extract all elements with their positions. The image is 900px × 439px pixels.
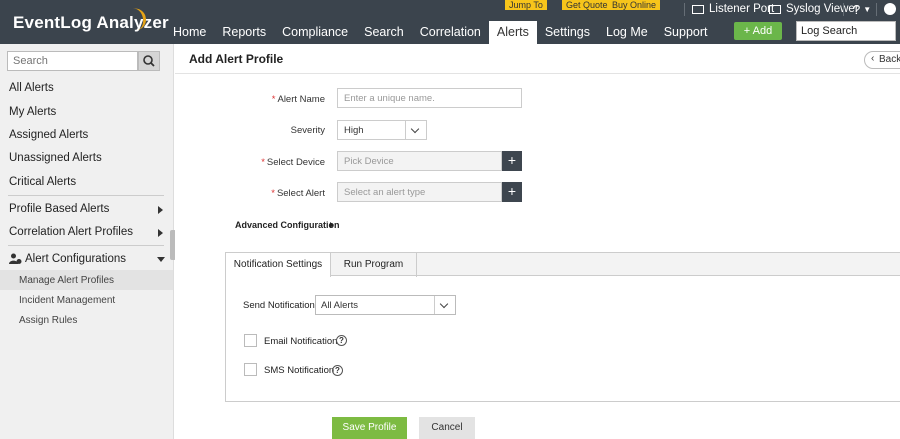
sidebar-item-assigned-alerts[interactable]: Assigned Alerts (9, 129, 88, 141)
nav-compliance[interactable]: Compliance (274, 21, 356, 44)
sidebar-item-incident-management[interactable]: Incident Management (19, 295, 115, 306)
page-title: Add Alert Profile (189, 52, 284, 66)
chevron-left-icon: ‹ (871, 53, 875, 64)
listener-port-icon (692, 4, 704, 14)
sidebar-divider (8, 195, 164, 196)
notification-panel: Notification Settings Run Program Send N… (225, 252, 900, 402)
syslog-viewer-label: Syslog Viewer (786, 3, 859, 15)
chevron-right-icon (158, 206, 163, 214)
buy-online-button[interactable]: Buy Online (608, 0, 661, 10)
tab-notification-settings[interactable]: Notification Settings (226, 253, 331, 277)
header-divider (684, 3, 685, 16)
nav-alerts[interactable]: Alerts (488, 21, 537, 44)
severity-label: Severity (290, 125, 325, 136)
add-alert-type-button[interactable]: + (502, 182, 522, 202)
select-alert-input[interactable]: Select an alert type (337, 182, 502, 202)
severity-select[interactable]: High (337, 120, 427, 140)
help-icon[interactable]: ? (332, 365, 343, 376)
chevron-down-icon (434, 296, 455, 314)
sms-notification-checkbox[interactable] (244, 363, 257, 376)
required-marker: * (271, 94, 276, 105)
nav-log-me[interactable]: Log Me (598, 21, 656, 44)
jump-to-button[interactable]: Jump To (505, 0, 547, 10)
required-marker: * (261, 157, 265, 168)
sms-notification-label: SMS Notification (264, 365, 335, 376)
title-divider (175, 73, 900, 74)
header-divider (876, 3, 877, 16)
select-device-label-text: Select Device (266, 157, 325, 168)
save-profile-button[interactable]: Save Profile (332, 417, 407, 439)
header-divider (843, 3, 844, 16)
alert-config-icon (9, 253, 22, 264)
help-label: ? (853, 2, 861, 17)
sidebar-item-all-alerts[interactable]: All Alerts (9, 82, 54, 94)
advanced-configuration-toggle[interactable]: Advanced Configuration (235, 220, 340, 230)
add-button[interactable]: + Add (734, 22, 782, 40)
user-avatar-icon[interactable] (884, 3, 896, 15)
main-content: Add Alert Profile ‹ Back * Alert Name Ent… (175, 44, 900, 439)
select-alert-label: * Select Alert (175, 188, 325, 199)
alert-configurations-label: Alert Configurations (25, 253, 126, 265)
back-button[interactable]: ‹ Back (864, 51, 900, 69)
nav-support[interactable]: Support (656, 21, 716, 44)
email-notification-label: Email Notification (264, 336, 338, 347)
severity-value: High (344, 125, 364, 136)
log-search-input[interactable] (796, 21, 896, 41)
alert-name-label: * Alert Name (175, 94, 325, 105)
chevron-right-icon (158, 229, 163, 237)
listener-port-link[interactable]: Listener Port (692, 3, 774, 15)
alert-name-input[interactable]: Enter a unique name. (337, 88, 522, 108)
sidebar-item-assign-rules[interactable]: Assign Rules (19, 315, 77, 326)
main-nav: Home Reports Compliance Search Correlati… (165, 21, 716, 44)
send-notification-label: Send Notification (243, 300, 315, 311)
sidebar-search-button[interactable] (138, 51, 160, 71)
select-device-label: * Select Device (175, 157, 325, 168)
syslog-viewer-link[interactable]: Syslog Viewer (769, 3, 859, 15)
sidebar-search-input[interactable] (7, 51, 138, 71)
nav-search[interactable]: Search (356, 21, 412, 44)
required-marker: * (271, 188, 275, 199)
add-device-button[interactable]: + (502, 151, 522, 171)
sidebar-item-manage-alert-profiles[interactable]: Manage Alert Profiles (19, 275, 114, 286)
sidebar-item-critical-alerts[interactable]: Critical Alerts (9, 176, 76, 188)
help-icon[interactable]: ? (336, 335, 347, 346)
get-quote-button[interactable]: Get Quote (562, 0, 612, 10)
sidebar-divider (8, 245, 164, 246)
sidebar-group-alert-configurations[interactable]: Alert Configurations (9, 253, 126, 265)
top-header: EventLog Analyzer Home Reports Complianc… (0, 0, 900, 44)
syslog-viewer-icon (769, 4, 781, 14)
sidebar-group-profile-based-alerts[interactable]: Profile Based Alerts (9, 203, 109, 215)
nav-home[interactable]: Home (165, 21, 214, 44)
search-icon (143, 55, 155, 67)
help-menu[interactable]: ? ▼ (853, 2, 871, 17)
email-notification-checkbox[interactable] (244, 334, 257, 347)
nav-correlation[interactable]: Correlation (412, 21, 489, 44)
chevron-down-icon: ▼ (863, 5, 872, 14)
plus-icon: + (507, 152, 517, 168)
select-alert-label-text: Select Alert (276, 188, 325, 199)
chevron-down-icon (157, 257, 165, 262)
send-notification-select[interactable]: All Alerts (315, 295, 456, 315)
select-device-input[interactable]: Pick Device (337, 151, 502, 171)
chevron-right-icon (330, 222, 334, 228)
back-label: Back (879, 54, 900, 65)
alert-name-label-text: Alert Name (277, 94, 325, 105)
sidebar-item-unassigned-alerts[interactable]: Unassigned Alerts (9, 152, 102, 164)
chevron-down-icon (405, 121, 426, 139)
sidebar: All Alerts My Alerts Assigned Alerts Una… (0, 44, 174, 439)
plus-icon: + (507, 183, 517, 199)
nav-reports[interactable]: Reports (214, 21, 274, 44)
listener-port-label: Listener Port (709, 3, 775, 15)
sidebar-item-my-alerts[interactable]: My Alerts (9, 106, 56, 118)
send-notification-value: All Alerts (321, 300, 358, 311)
sidebar-group-correlation-alert-profiles[interactable]: Correlation Alert Profiles (9, 226, 133, 238)
tab-run-program[interactable]: Run Program (331, 253, 417, 277)
cancel-button[interactable]: Cancel (419, 417, 475, 439)
nav-settings[interactable]: Settings (537, 21, 598, 44)
